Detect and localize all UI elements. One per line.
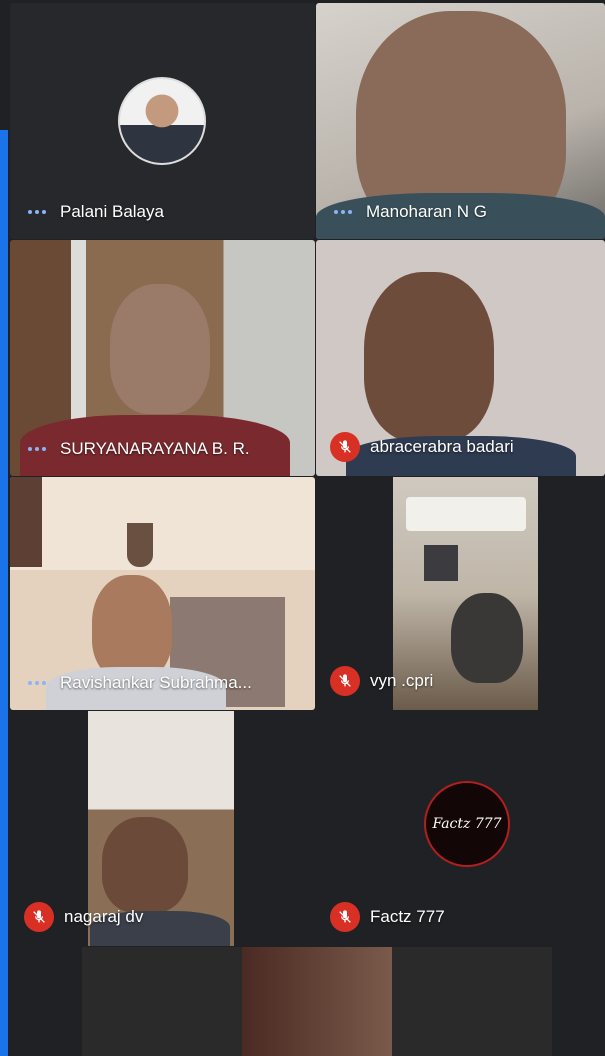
participant-name: vyn .cpri bbox=[370, 671, 434, 690]
participant-name: Palani Balaya bbox=[60, 202, 164, 221]
participant-name: abracerabra badari bbox=[370, 437, 514, 456]
person-silhouette bbox=[364, 272, 494, 442]
wall-frame bbox=[10, 477, 42, 567]
participant-name: nagaraj dv bbox=[64, 907, 144, 926]
tube-light bbox=[406, 497, 526, 531]
participant-tile-suryanarayana[interactable]: SURYANARAYANA B. R. bbox=[10, 240, 315, 476]
wall-clock bbox=[424, 545, 458, 581]
more-options-icon[interactable] bbox=[330, 199, 356, 225]
ceiling-lamp bbox=[127, 523, 153, 567]
mic-off-icon bbox=[330, 432, 360, 462]
more-options-icon[interactable] bbox=[24, 670, 50, 696]
participant-label: Ravishankar Subrahma... bbox=[24, 670, 252, 696]
mic-off-icon bbox=[330, 666, 360, 696]
person-silhouette bbox=[110, 284, 210, 414]
person-silhouette bbox=[92, 575, 172, 680]
participant-label: nagaraj dv bbox=[24, 902, 143, 932]
left-edge-accent bbox=[0, 130, 8, 1056]
participant-tile-factz[interactable]: Factz 777 Factz 777 bbox=[316, 711, 605, 946]
person-silhouette bbox=[102, 817, 188, 913]
participant-label: Manoharan N G bbox=[330, 199, 487, 225]
person-silhouette bbox=[451, 593, 523, 683]
participant-label: vyn .cpri bbox=[330, 666, 433, 696]
more-options-icon[interactable] bbox=[24, 199, 50, 225]
participant-label: Palani Balaya bbox=[24, 199, 164, 225]
participant-label: abracerabra badari bbox=[330, 432, 514, 462]
participant-tile-manoharan[interactable]: Manoharan N G bbox=[316, 3, 605, 239]
participant-label: SURYANARAYANA B. R. bbox=[24, 436, 250, 462]
video-feed bbox=[82, 947, 242, 1056]
participant-tile-abracerabra[interactable]: abracerabra badari bbox=[316, 240, 605, 476]
participant-label: Factz 777 bbox=[330, 902, 445, 932]
more-options-icon[interactable] bbox=[24, 436, 50, 462]
participant-tile-palani[interactable]: Palani Balaya bbox=[10, 3, 315, 239]
video-feed-2 bbox=[242, 947, 392, 1056]
participant-name: Ravishankar Subrahma... bbox=[60, 673, 252, 692]
logo-text: Factz 777 bbox=[432, 816, 502, 832]
channel-logo: Factz 777 bbox=[424, 781, 510, 867]
participant-name: SURYANARAYANA B. R. bbox=[60, 439, 250, 458]
participant-tile-ravishankar[interactable]: Ravishankar Subrahma... bbox=[10, 477, 315, 710]
participant-tile-nagaraj[interactable]: nagaraj dv bbox=[10, 711, 315, 946]
participant-tile-partial[interactable] bbox=[10, 947, 605, 1056]
participant-name: Factz 777 bbox=[370, 907, 445, 926]
participant-name: Manoharan N G bbox=[366, 202, 487, 221]
mic-off-icon bbox=[330, 902, 360, 932]
mic-off-icon bbox=[24, 902, 54, 932]
participant-tile-vyn[interactable]: vyn .cpri bbox=[316, 477, 605, 710]
avatar bbox=[118, 77, 206, 165]
video-feed-3 bbox=[392, 947, 552, 1056]
